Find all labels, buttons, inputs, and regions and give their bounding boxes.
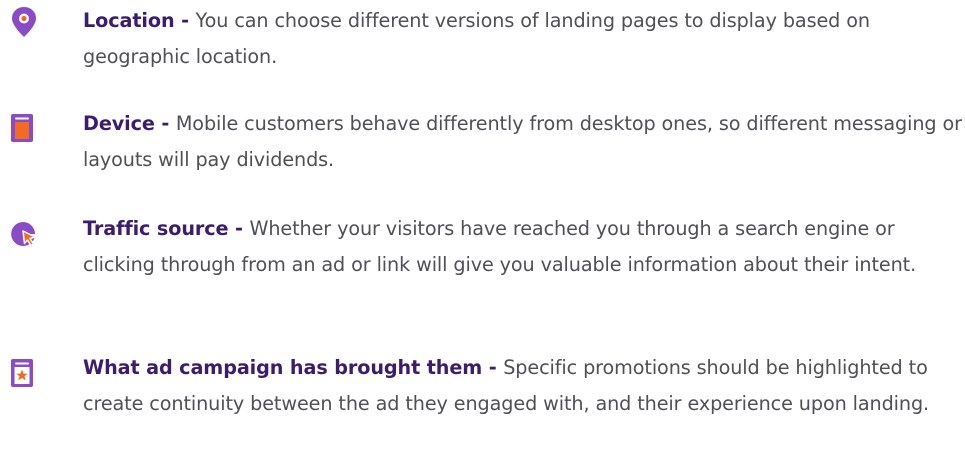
ad-campaign-star-icon [8, 358, 40, 390]
list-item-text: Location - You can choose different vers… [83, 3, 963, 75]
traffic-source-cursor-icon [8, 219, 40, 251]
mobile-device-icon [8, 113, 40, 145]
list-item-description: You can choose different versions of lan… [83, 9, 870, 68]
list-item-title: What ad campaign has brought them - [83, 356, 504, 379]
list-item-text: What ad campaign has brought them - Spec… [83, 350, 963, 422]
list-item-text: Device - Mobile customers behave differe… [83, 106, 963, 178]
list-item-title: Device - [83, 112, 176, 135]
list-item-description: Mobile customers behave differently from… [83, 112, 962, 171]
list-item-text: Traffic source - Whether your visitors h… [83, 211, 963, 283]
list-item-title: Location - [83, 9, 196, 32]
list-item-title: Traffic source - [83, 217, 250, 240]
location-pin-icon [8, 6, 40, 38]
